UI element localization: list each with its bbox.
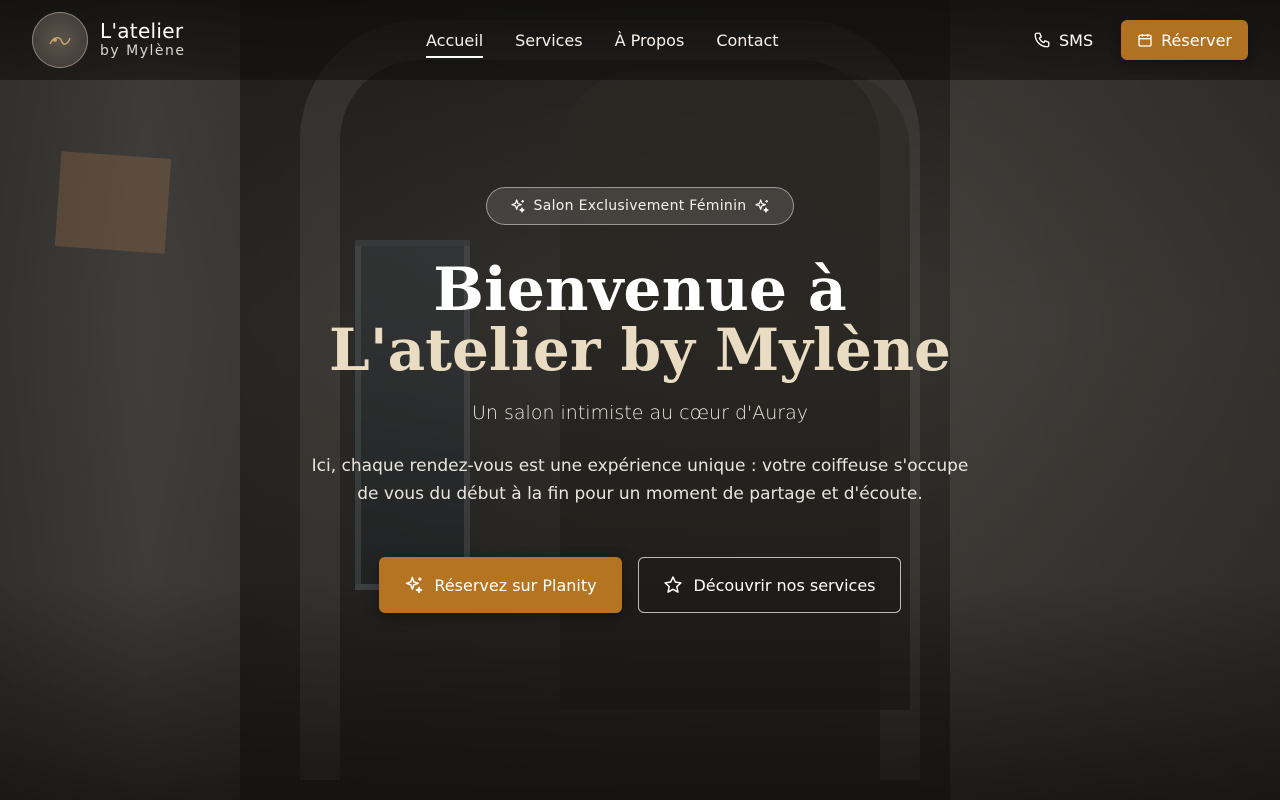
sparkles-icon bbox=[404, 575, 424, 595]
hero-description: Ici, chaque rendez-vous est une expérien… bbox=[311, 456, 969, 504]
reserve-button[interactable]: Réserver bbox=[1121, 20, 1248, 60]
hero-section: Salon Exclusivement Féminin Bienvenue à … bbox=[0, 0, 1280, 800]
nav-item-a-propos[interactable]: À Propos bbox=[615, 27, 685, 54]
nav-item-services[interactable]: Services bbox=[515, 27, 582, 54]
sms-label: SMS bbox=[1058, 30, 1094, 50]
phone-icon bbox=[1033, 31, 1051, 49]
hero-cta-group: Réservez sur Planity Découvrir nos servi… bbox=[379, 557, 901, 613]
book-planity-button[interactable]: Réservez sur Planity bbox=[379, 557, 622, 613]
sms-button[interactable]: SMS bbox=[1033, 31, 1093, 50]
nav-item-accueil[interactable]: Accueil bbox=[426, 27, 484, 58]
discover-services-button[interactable]: Découvrir nos services bbox=[638, 557, 901, 613]
star-icon bbox=[663, 575, 683, 595]
badge-text: Salon Exclusivement Féminin bbox=[533, 198, 747, 214]
nav-item-contact[interactable]: Contact bbox=[716, 27, 778, 54]
sparkles-icon bbox=[754, 198, 770, 214]
site-header: L'atelier by Mylène Accueil Services À P… bbox=[0, 0, 1280, 80]
main-nav: Accueil Services À Propos Contact bbox=[426, 0, 779, 80]
discover-services-label: Découvrir nos services bbox=[693, 575, 876, 595]
header-actions: SMS Réserver bbox=[1033, 0, 1248, 80]
brand-name: L'atelier bbox=[100, 19, 184, 44]
sparkles-icon bbox=[510, 198, 526, 214]
hero-title-line2: L'atelier by Mylène bbox=[329, 316, 951, 384]
brand[interactable]: L'atelier by Mylène bbox=[32, 12, 185, 68]
hero-subtitle: Un salon intimiste au cœur d'Auray bbox=[472, 402, 808, 424]
salon-badge: Salon Exclusivement Féminin bbox=[486, 187, 794, 225]
salon-logo bbox=[32, 12, 88, 68]
book-planity-label: Réservez sur Planity bbox=[434, 575, 597, 595]
brand-subtitle: by Mylène bbox=[100, 43, 186, 60]
calendar-icon bbox=[1137, 32, 1153, 48]
reserve-label: Réserver bbox=[1161, 30, 1232, 50]
